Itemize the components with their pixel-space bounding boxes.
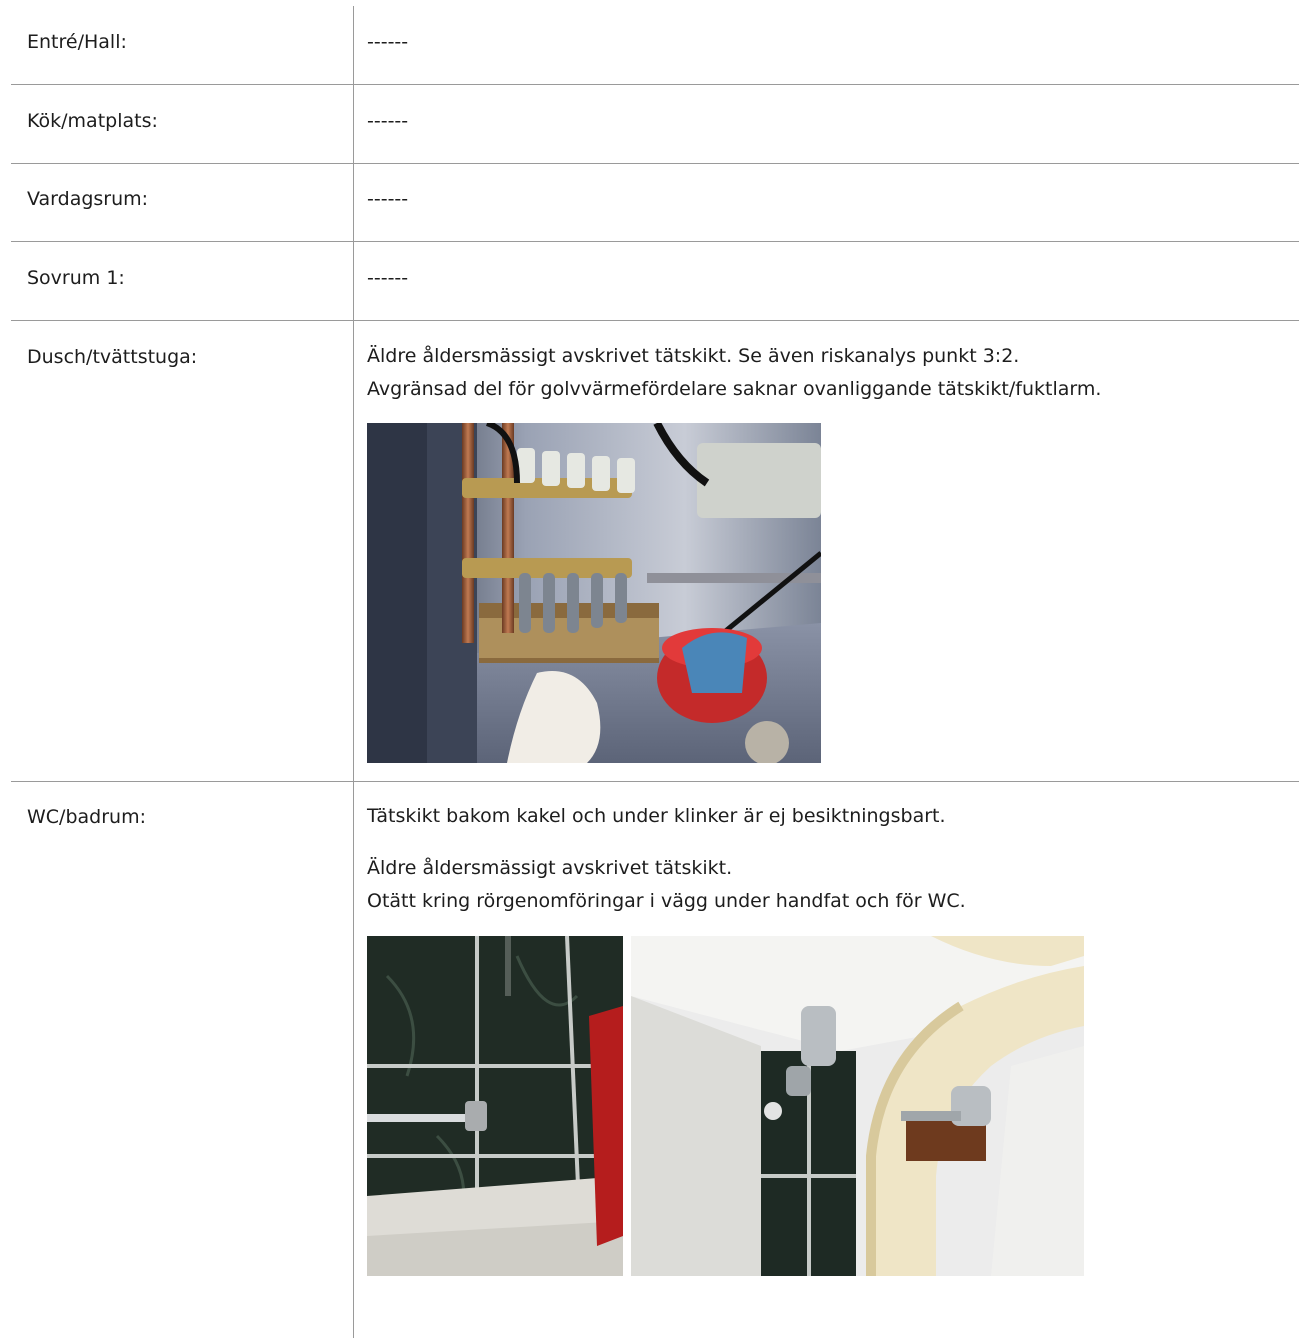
row-divider [11, 320, 1299, 321]
photo-wc-pipe-penetrations [631, 936, 1084, 1276]
room-value-sovrum: ------ [367, 267, 409, 289]
column-divider [353, 6, 354, 1338]
room-value-entre: ------ [367, 31, 409, 53]
row-divider [11, 781, 1299, 782]
room-label-entre: Entré/Hall: [27, 31, 127, 53]
dusch-remark-line: Avgränsad del för golvvärmefördelare sak… [367, 378, 1102, 400]
wc-remark-line: Äldre åldersmässigt avskrivet tätskikt. [367, 857, 733, 879]
room-label-kok: Kök/matplats: [27, 110, 158, 132]
row-divider [11, 241, 1299, 242]
photo-pipe-penetration-wall [367, 936, 623, 1276]
row-divider [11, 84, 1299, 85]
wc-remark-line: Otätt kring rörgenomföringar i vägg unde… [367, 890, 966, 912]
room-label-sovrum: Sovrum 1: [27, 267, 125, 289]
room-label-vardagsrum: Vardagsrum: [27, 188, 149, 210]
row-divider [11, 163, 1299, 164]
room-label-dusch: Dusch/tvättstuga: [27, 346, 198, 368]
dusch-remark-line: Äldre åldersmässigt avskrivet tätskikt. … [367, 345, 1020, 367]
wc-remark-line: Tätskikt bakom kakel och under klinker ä… [367, 805, 946, 827]
room-value-vardagsrum: ------ [367, 188, 409, 210]
room-value-kok: ------ [367, 110, 409, 132]
room-label-wc: WC/badrum: [27, 806, 146, 828]
photo-floor-heating-manifold [367, 423, 821, 763]
